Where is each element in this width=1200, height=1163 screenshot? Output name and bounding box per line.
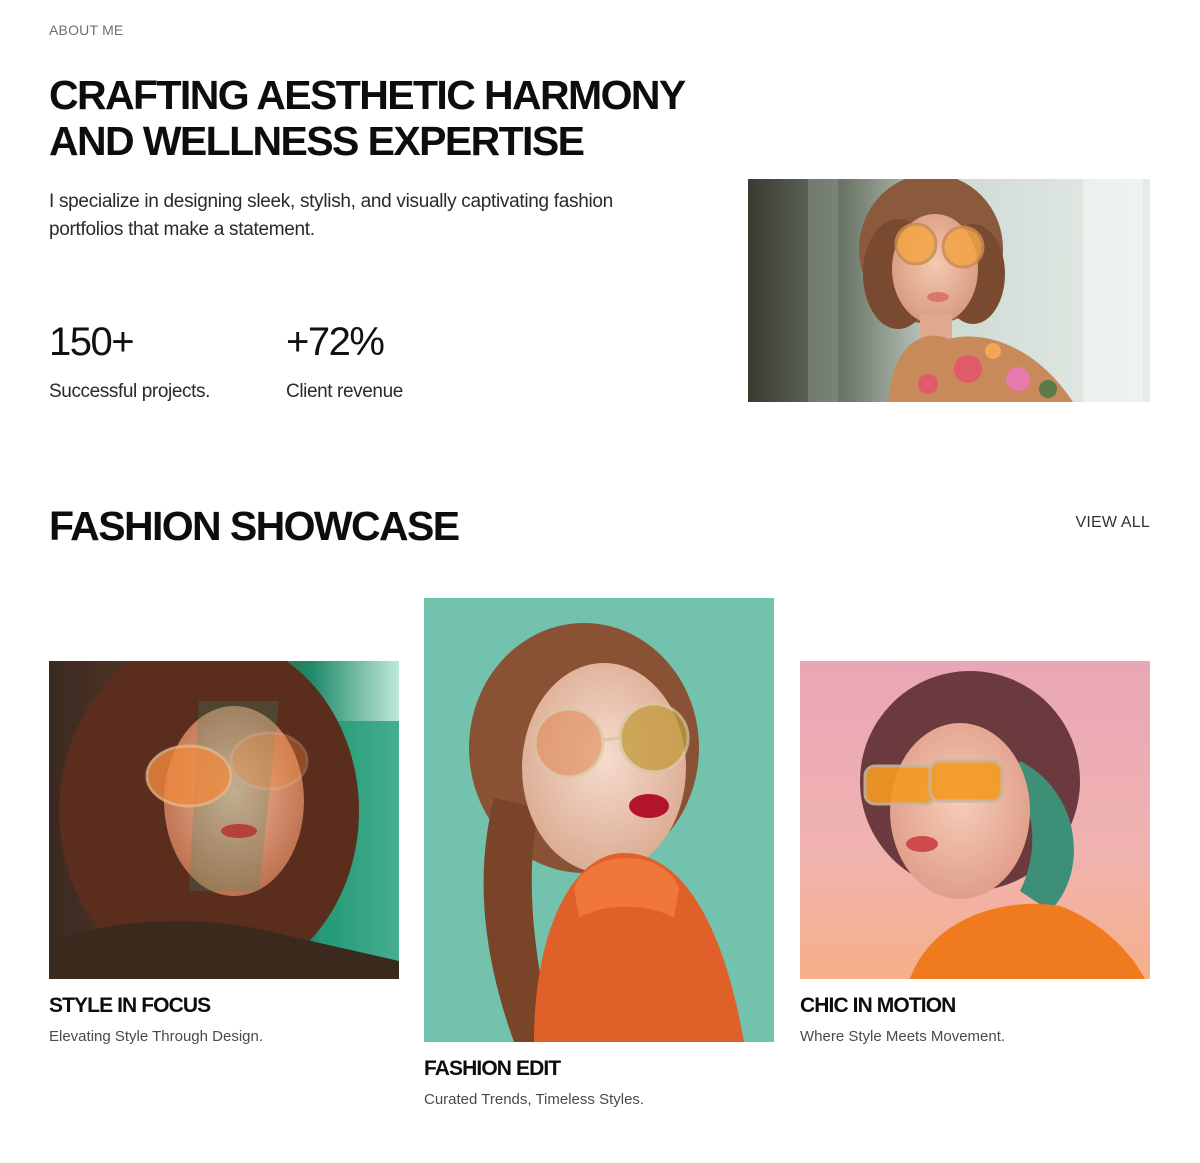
showcase-card-fashion-edit[interactable]: FASHION EDIT Curated Trends, Timeless St…: [424, 598, 774, 1110]
headline-line-2: AND WELLNESS EXPERTISE: [49, 118, 585, 164]
page-headline: CRAFTING AESTHETIC HARMONY AND WELLNESS …: [49, 72, 709, 164]
card-image[interactable]: [424, 598, 774, 1042]
headline-line-1: CRAFTING AESTHETIC HARMONY: [49, 72, 686, 118]
card-image[interactable]: [49, 661, 399, 979]
card-image[interactable]: [800, 661, 1150, 979]
about-portrait-image: [748, 179, 1150, 402]
intro-line-1: I specialize in designing sleek, stylish…: [49, 191, 613, 212]
intro-text: I specialize in designing sleek, stylish…: [49, 188, 649, 244]
card-subtitle: Elevating Style Through Design.: [49, 1028, 264, 1045]
showcase-card-chic-in-motion[interactable]: CHIC IN MOTION Where Style Meets Movemen…: [800, 661, 1150, 1047]
section-title: FASHION SHOWCASE: [49, 503, 460, 549]
stat-value: +72%: [286, 320, 385, 364]
stat-label: Successful projects.: [49, 381, 210, 402]
view-all-link[interactable]: VIEW ALL: [1075, 514, 1150, 532]
stat-projects: 150+ Successful projects.: [49, 318, 210, 404]
card-title[interactable]: CHIC IN MOTION: [800, 993, 1150, 1019]
showcase-card-style-in-focus[interactable]: STYLE IN FOCUS Elevating Style Through D…: [49, 661, 399, 1047]
card-title[interactable]: STYLE IN FOCUS: [49, 993, 399, 1019]
card-subtitle: Where Style Meets Movement.: [800, 1028, 1006, 1045]
stat-revenue: +72% Client revenue: [286, 318, 403, 404]
card-title[interactable]: FASHION EDIT: [424, 1056, 774, 1082]
intro-line-2: portfolios that make a statement.: [49, 219, 315, 240]
stat-value: 150+: [49, 320, 135, 364]
card-subtitle: Curated Trends, Timeless Styles.: [424, 1091, 645, 1108]
stat-label: Client revenue: [286, 381, 403, 402]
eyebrow-label: ABOUT ME: [49, 22, 124, 38]
